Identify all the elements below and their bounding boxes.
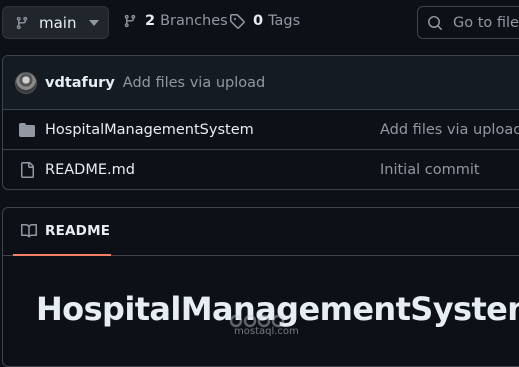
go-to-file-input[interactable]: Go to file (417, 6, 519, 39)
branches-count: 2 (145, 13, 156, 29)
commit-author[interactable]: vdtafury (45, 75, 115, 91)
tab-readme[interactable]: README (13, 208, 111, 256)
file-commit-message[interactable]: Initial commit (380, 162, 480, 178)
file-row[interactable]: README.md Initial commit (3, 150, 519, 189)
file-name[interactable]: README.md (45, 162, 135, 178)
file-listing: vdtafury Add files via upload HospitalMa… (2, 55, 519, 190)
git-branch-icon (123, 13, 137, 29)
branches-label: Branches (160, 13, 228, 29)
book-icon (21, 223, 37, 239)
folder-icon (19, 122, 35, 138)
tag-icon (229, 13, 245, 29)
file-row[interactable]: HospitalManagementSystem Add files via u… (3, 110, 519, 150)
tags-count: 0 (253, 13, 264, 29)
tags-link[interactable]: 0 Tags (229, 13, 300, 29)
file-commit-message[interactable]: Add files via upload (380, 122, 519, 138)
file-name[interactable]: HospitalManagementSystem (45, 122, 254, 138)
git-branch-icon (15, 15, 29, 31)
tags-label: Tags (268, 13, 301, 29)
branches-link[interactable]: 2 Branches (123, 13, 228, 29)
go-to-file-placeholder: Go to file (453, 14, 519, 31)
readme-panel: README HospitalManagementSystem (2, 207, 519, 367)
branch-name: main (39, 13, 77, 32)
caret-down-icon (89, 19, 100, 26)
readme-heading: HospitalManagementSystem (36, 290, 519, 328)
search-icon (427, 15, 443, 31)
avatar[interactable] (15, 71, 37, 94)
file-icon (19, 162, 35, 178)
latest-commit-row: vdtafury Add files via upload (3, 56, 519, 110)
readme-tabbar: README (3, 208, 519, 256)
branch-selector-button[interactable]: main (2, 6, 109, 39)
readme-tab-label: README (45, 223, 111, 239)
commit-message[interactable]: Add files via upload (123, 75, 265, 91)
